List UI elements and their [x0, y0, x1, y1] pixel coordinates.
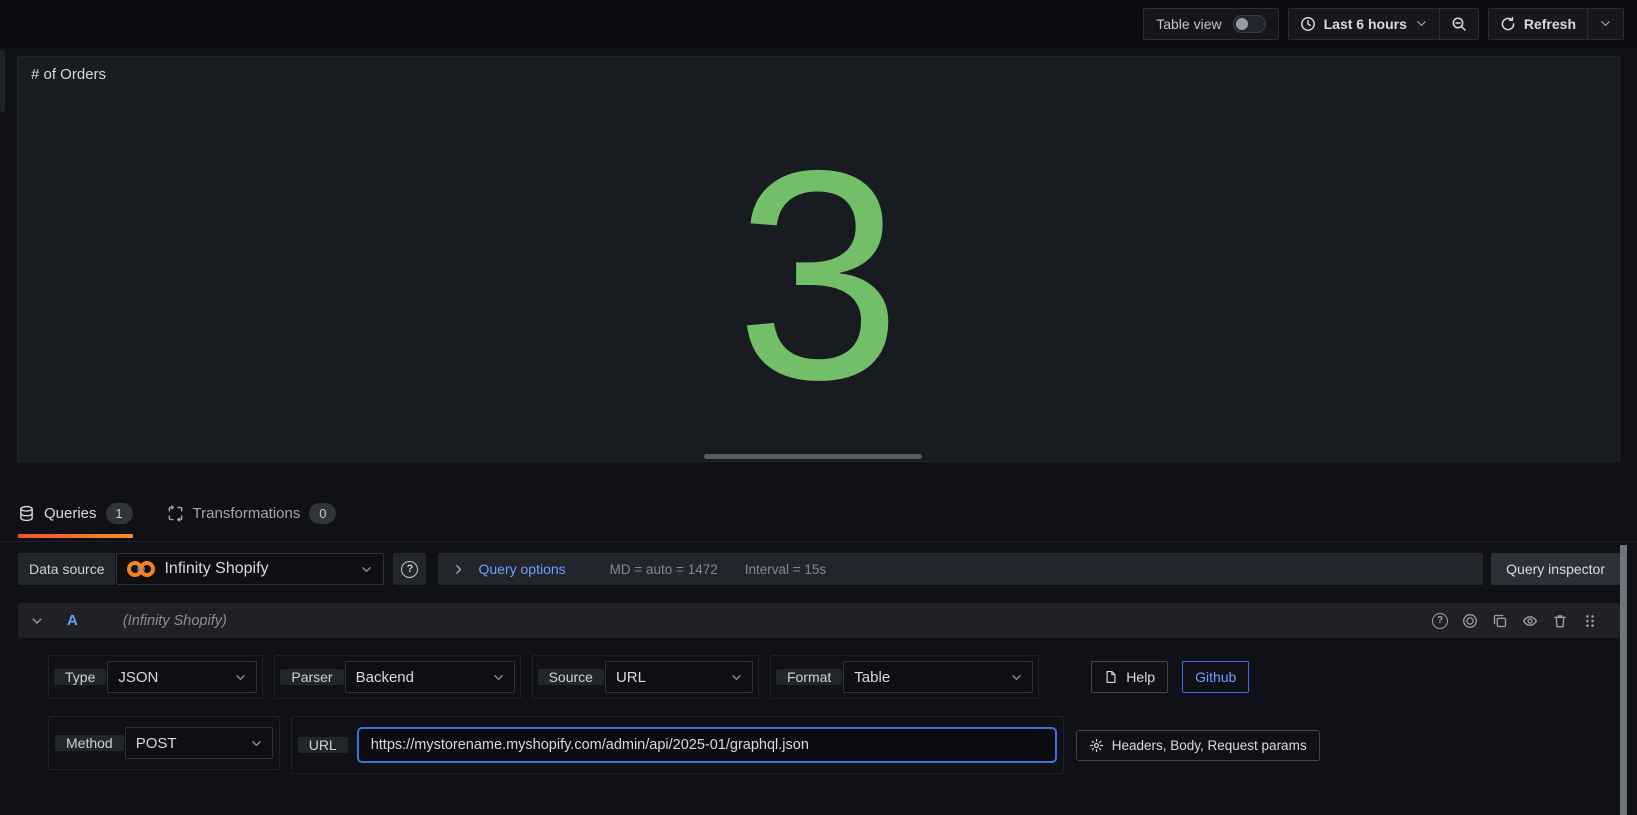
- url-input[interactable]: [357, 727, 1057, 763]
- stat-value-container: 3: [18, 57, 1619, 461]
- headers-button-label: Headers, Body, Request params: [1112, 738, 1307, 753]
- queries-count-badge: 1: [106, 503, 133, 524]
- question-circle-icon: ?: [401, 561, 418, 578]
- parser-label: Parser: [280, 669, 343, 685]
- github-button[interactable]: Github: [1182, 661, 1249, 693]
- source-field-group: Source URL: [532, 655, 759, 699]
- datasource-value: Infinity Shopify: [164, 560, 268, 578]
- interval-text: Interval = 15s: [745, 562, 826, 577]
- clock-icon: [1300, 16, 1316, 32]
- datasource-row: Data source Infinity Shopify ? Query opt…: [18, 553, 1620, 585]
- process-icon: [167, 505, 184, 522]
- query-datasource-hint: (Infinity Shopify): [123, 613, 227, 629]
- table-view-label: Table view: [1156, 16, 1221, 32]
- source-value: URL: [616, 669, 646, 686]
- method-field-group: Method POST: [48, 716, 280, 770]
- max-data-points-text: MD = auto = 1472: [610, 562, 718, 577]
- format-select[interactable]: Table: [843, 661, 1033, 693]
- toolbar: Table view Last 6 hours Refresh: [0, 0, 1637, 47]
- stat-value: 3: [736, 166, 902, 387]
- disable-query-icon[interactable]: [1462, 613, 1478, 629]
- source-label: Source: [538, 669, 604, 685]
- datasource-help-button[interactable]: ?: [393, 553, 426, 585]
- parser-value: Backend: [356, 669, 414, 686]
- query-options-row-1: Type JSON Parser Backend Source URL: [48, 655, 1620, 699]
- help-button-label: Help: [1126, 669, 1155, 685]
- datasource-label: Data source: [18, 553, 115, 585]
- remove-query-trash-icon[interactable]: [1552, 613, 1568, 629]
- refresh-group: Refresh: [1488, 8, 1624, 40]
- hide-response-eye-icon[interactable]: [1522, 613, 1538, 629]
- infinity-logo: [127, 561, 155, 577]
- tab-transformations[interactable]: Transformations 0: [167, 486, 337, 541]
- method-value: POST: [136, 735, 177, 752]
- method-select[interactable]: POST: [125, 727, 273, 759]
- source-select[interactable]: URL: [605, 661, 753, 693]
- transformations-count-badge: 0: [309, 503, 336, 524]
- chevron-right-icon: [452, 563, 465, 576]
- chevron-down-icon: [730, 671, 743, 684]
- help-button[interactable]: Help: [1091, 661, 1168, 693]
- time-range-picker[interactable]: Last 6 hours: [1288, 8, 1440, 40]
- document-icon: [1104, 670, 1118, 684]
- chevron-down-icon: [1010, 671, 1023, 684]
- editor-tabs: Queries 1 Transformations 0: [0, 486, 336, 541]
- pane-splitter-handle[interactable]: [0, 50, 5, 112]
- time-range-label: Last 6 hours: [1324, 16, 1407, 32]
- query-help-icon[interactable]: ?: [1432, 613, 1448, 629]
- horizontal-scrollbar[interactable]: [704, 454, 922, 459]
- refresh-interval-dropdown[interactable]: [1587, 8, 1624, 40]
- refresh-label: Refresh: [1524, 16, 1576, 32]
- format-field-group: Format Table: [770, 655, 1039, 699]
- chevron-down-icon: [234, 671, 247, 684]
- grafana-panel-editor: Table view Last 6 hours Refresh #: [0, 0, 1637, 815]
- chevron-down-icon: [360, 563, 373, 576]
- query-row-actions: ?: [1432, 613, 1598, 629]
- refresh-icon: [1500, 16, 1516, 32]
- parser-field-group: Parser Backend: [274, 655, 520, 699]
- datasource-picker[interactable]: Infinity Shopify: [116, 553, 384, 585]
- toggle-knob: [1236, 18, 1248, 30]
- type-select[interactable]: JSON: [107, 661, 257, 693]
- drag-handle-icon[interactable]: [1582, 613, 1598, 629]
- refresh-button[interactable]: Refresh: [1488, 8, 1588, 40]
- tab-transformations-label: Transformations: [193, 505, 301, 522]
- chevron-down-icon: [1599, 17, 1612, 30]
- time-controls-group: Last 6 hours: [1288, 8, 1479, 40]
- github-button-label: Github: [1195, 669, 1236, 685]
- query-editor-section: Data source Infinity Shopify ? Query opt…: [0, 541, 1637, 815]
- zoom-out-time-button[interactable]: [1439, 8, 1479, 40]
- url-label: URL: [298, 737, 348, 753]
- table-view-toggle[interactable]: [1233, 15, 1266, 33]
- collapse-chevron-icon[interactable]: [30, 614, 44, 628]
- chevron-down-icon: [250, 737, 263, 750]
- query-options-row-2: Method POST URL Headers, Body, Request p…: [48, 716, 1620, 774]
- query-options-label: Query options: [478, 561, 565, 577]
- vertical-scrollbar[interactable]: [1620, 545, 1627, 815]
- duplicate-query-icon[interactable]: [1492, 613, 1508, 629]
- format-value: Table: [854, 669, 890, 686]
- stat-panel: # of Orders 3: [17, 56, 1620, 462]
- chevron-down-icon: [1415, 17, 1428, 30]
- tab-queries-label: Queries: [44, 505, 97, 522]
- headers-body-params-button[interactable]: Headers, Body, Request params: [1076, 730, 1320, 761]
- tab-queries[interactable]: Queries 1: [18, 486, 133, 541]
- database-icon: [18, 505, 35, 522]
- chevron-down-icon: [492, 671, 505, 684]
- zoom-out-icon: [1451, 16, 1467, 32]
- type-value: JSON: [118, 669, 158, 686]
- table-view-control: Table view: [1143, 8, 1278, 40]
- format-label: Format: [776, 669, 842, 685]
- method-label: Method: [55, 735, 124, 751]
- type-field-group: Type JSON: [48, 655, 263, 699]
- query-options-bar[interactable]: Query options MD = auto = 1472 Interval …: [438, 553, 1483, 585]
- query-inspector-button[interactable]: Query inspector: [1491, 553, 1620, 585]
- parser-select[interactable]: Backend: [345, 661, 515, 693]
- gear-icon: [1089, 738, 1104, 753]
- query-row-header: A (Infinity Shopify) ?: [18, 603, 1620, 638]
- type-label: Type: [54, 669, 106, 685]
- query-ref-id[interactable]: A: [67, 612, 78, 629]
- url-field-group: URL: [291, 716, 1064, 774]
